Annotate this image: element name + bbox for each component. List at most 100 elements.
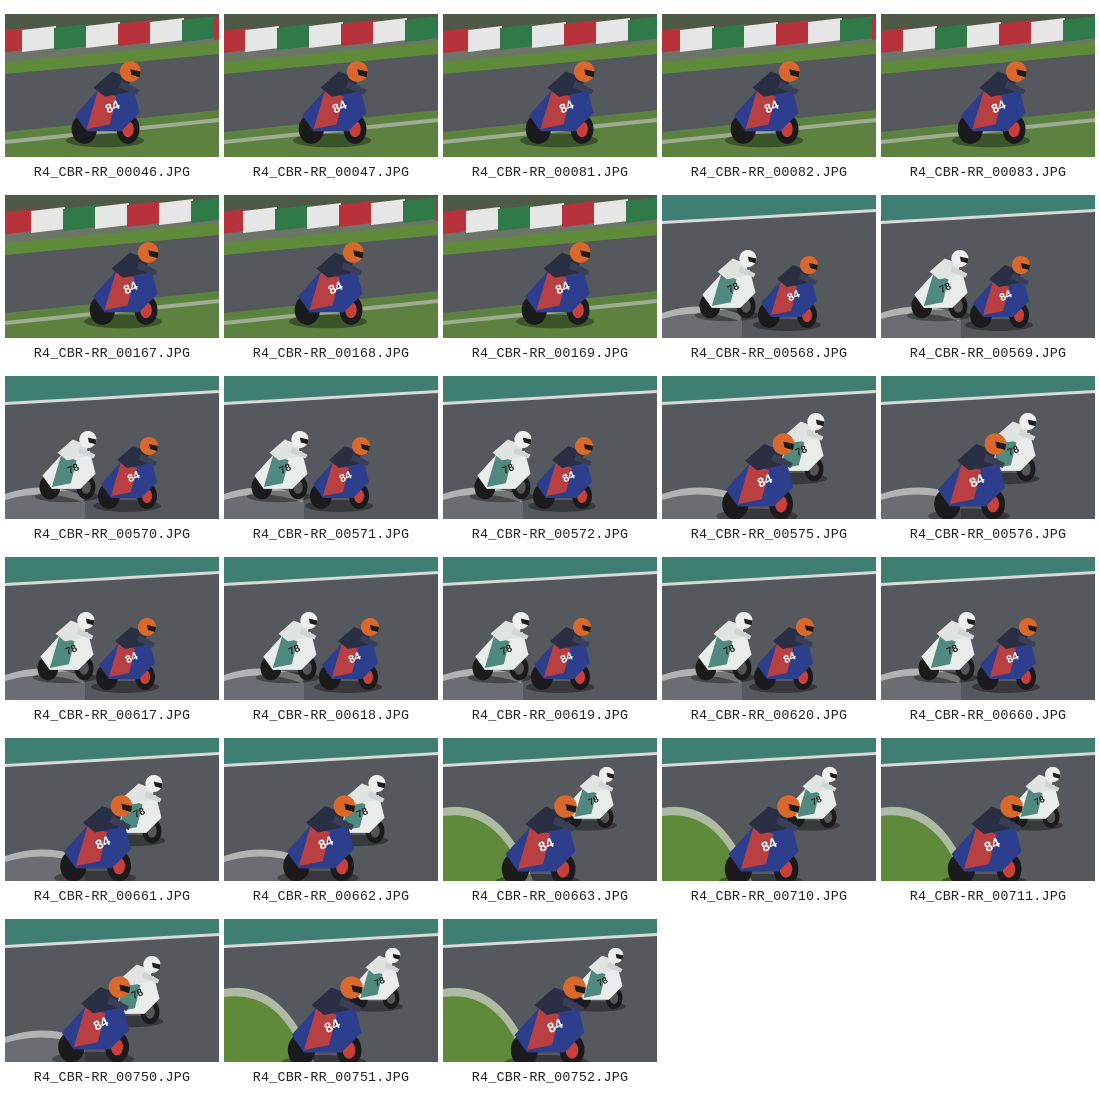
photo-filename[interactable]: R4_CBR-RR_00711.JPG xyxy=(881,889,1095,907)
motorcycle-racing-photo: 7884 xyxy=(443,738,657,881)
photo-thumbnail[interactable]: 84 xyxy=(881,14,1095,157)
motorcycle-racing-photo: 7884 xyxy=(5,919,219,1062)
photo-tile[interactable]: 78 84 R4_CBR-RR_00663.JPG xyxy=(443,738,658,919)
photo-filename[interactable]: R4_CBR-RR_00618.JPG xyxy=(224,708,438,726)
photo-tile[interactable]: 84 R4_CBR-RR_00169.JPG xyxy=(443,195,658,376)
photo-thumbnail[interactable]: 84 xyxy=(662,14,876,157)
photo-tile[interactable]: 78 84 R4_CBR-RR_00572.JPG xyxy=(443,376,658,557)
photo-filename[interactable]: R4_CBR-RR_00168.JPG xyxy=(224,346,438,364)
photo-filename[interactable]: R4_CBR-RR_00662.JPG xyxy=(224,889,438,907)
photo-tile[interactable]: 78 84 R4_CBR-RR_00570.JPG xyxy=(5,376,220,557)
photo-thumbnail[interactable]: 84 xyxy=(5,14,219,157)
photo-tile[interactable]: 78 84 R4_CBR-RR_00752.JPG xyxy=(443,919,658,1100)
photo-tile[interactable]: 78 84 R4_CBR-RR_00568.JPG xyxy=(662,195,877,376)
photo-thumbnail[interactable]: 78 84 xyxy=(5,376,219,519)
motorcycle-racing-photo: 7884 xyxy=(443,557,657,700)
photo-tile[interactable]: 84 R4_CBR-RR_00083.JPG xyxy=(881,14,1096,195)
photo-tile[interactable]: 78 84 R4_CBR-RR_00710.JPG xyxy=(662,738,877,919)
photo-thumbnail[interactable]: 78 84 xyxy=(224,919,438,1062)
photo-tile[interactable]: 78 84 R4_CBR-RR_00660.JPG xyxy=(881,557,1096,738)
photo-filename[interactable]: R4_CBR-RR_00750.JPG xyxy=(5,1070,219,1088)
photo-filename[interactable]: R4_CBR-RR_00572.JPG xyxy=(443,527,657,545)
motorcycle-racing-photo: 7884 xyxy=(5,557,219,700)
photo-filename[interactable]: R4_CBR-RR_00661.JPG xyxy=(5,889,219,907)
motorcycle-racing-photo: 7884 xyxy=(224,738,438,881)
photo-tile[interactable]: 84 R4_CBR-RR_00167.JPG xyxy=(5,195,220,376)
photo-filename[interactable]: R4_CBR-RR_00570.JPG xyxy=(5,527,219,545)
photo-tile[interactable]: 78 84 R4_CBR-RR_00618.JPG xyxy=(224,557,439,738)
photo-filename[interactable]: R4_CBR-RR_00619.JPG xyxy=(443,708,657,726)
photo-thumbnail[interactable]: 84 xyxy=(443,195,657,338)
photo-filename[interactable]: R4_CBR-RR_00660.JPG xyxy=(881,708,1095,726)
photo-thumbnail[interactable]: 78 84 xyxy=(5,919,219,1062)
photo-thumbnail[interactable]: 78 84 xyxy=(224,557,438,700)
photo-tile[interactable]: 78 84 R4_CBR-RR_00617.JPG xyxy=(5,557,220,738)
photo-tile[interactable]: 78 84 R4_CBR-RR_00571.JPG xyxy=(224,376,439,557)
photo-thumbnail[interactable]: 84 xyxy=(5,195,219,338)
photo-filename[interactable]: R4_CBR-RR_00620.JPG xyxy=(662,708,876,726)
photo-filename[interactable]: R4_CBR-RR_00663.JPG xyxy=(443,889,657,907)
photo-tile[interactable]: 78 84 R4_CBR-RR_00619.JPG xyxy=(443,557,658,738)
photo-filename[interactable]: R4_CBR-RR_00617.JPG xyxy=(5,708,219,726)
photo-filename[interactable]: R4_CBR-RR_00751.JPG xyxy=(224,1070,438,1088)
photo-tile[interactable]: 78 84 R4_CBR-RR_00662.JPG xyxy=(224,738,439,919)
photo-thumbnail[interactable]: 78 84 xyxy=(5,557,219,700)
motorcycle-racing-photo: 7884 xyxy=(5,738,219,881)
photo-filename[interactable]: R4_CBR-RR_00169.JPG xyxy=(443,346,657,364)
motorcycle-racing-photo: 7884 xyxy=(881,195,1095,338)
photo-thumbnail[interactable]: 78 84 xyxy=(881,738,1095,881)
motorcycle-racing-photo: 84 xyxy=(443,14,657,157)
photo-filename[interactable]: R4_CBR-RR_00047.JPG xyxy=(224,165,438,183)
photo-tile[interactable]: 78 84 R4_CBR-RR_00576.JPG xyxy=(881,376,1096,557)
photo-tile[interactable]: 84 R4_CBR-RR_00047.JPG xyxy=(224,14,439,195)
photo-thumbnail[interactable]: 78 84 xyxy=(443,376,657,519)
photo-thumbnail[interactable]: 78 84 xyxy=(881,376,1095,519)
photo-thumbnail[interactable]: 84 xyxy=(443,14,657,157)
photo-tile[interactable]: 78 84 R4_CBR-RR_00711.JPG xyxy=(881,738,1096,919)
motorcycle-racing-photo: 7884 xyxy=(881,557,1095,700)
photo-filename[interactable]: R4_CBR-RR_00710.JPG xyxy=(662,889,876,907)
photo-tile[interactable]: 84 R4_CBR-RR_00081.JPG xyxy=(443,14,658,195)
photo-tile[interactable]: 78 84 R4_CBR-RR_00750.JPG xyxy=(5,919,220,1100)
photo-thumbnail[interactable]: 78 84 xyxy=(662,557,876,700)
photo-thumbnail[interactable]: 78 84 xyxy=(224,738,438,881)
photo-tile[interactable]: 78 84 R4_CBR-RR_00575.JPG xyxy=(662,376,877,557)
motorcycle-racing-photo: 7884 xyxy=(443,919,657,1062)
photo-filename[interactable]: R4_CBR-RR_00575.JPG xyxy=(662,527,876,545)
photo-filename[interactable]: R4_CBR-RR_00571.JPG xyxy=(224,527,438,545)
motorcycle-racing-photo: 7884 xyxy=(881,376,1095,519)
photo-thumbnail[interactable]: 84 xyxy=(224,195,438,338)
photo-thumbnail[interactable]: 78 84 xyxy=(224,376,438,519)
photo-tile[interactable]: 78 84 R4_CBR-RR_00569.JPG xyxy=(881,195,1096,376)
photo-thumbnail[interactable]: 78 84 xyxy=(443,738,657,881)
motorcycle-racing-photo: 7884 xyxy=(662,557,876,700)
photo-thumbnail[interactable]: 78 84 xyxy=(662,738,876,881)
photo-filename[interactable]: R4_CBR-RR_00167.JPG xyxy=(5,346,219,364)
photo-thumbnail[interactable]: 78 84 xyxy=(881,557,1095,700)
photo-thumbnail[interactable]: 78 84 xyxy=(662,195,876,338)
photo-tile[interactable]: 84 R4_CBR-RR_00168.JPG xyxy=(224,195,439,376)
photo-thumbnail[interactable]: 78 84 xyxy=(5,738,219,881)
photo-tile[interactable]: 78 84 R4_CBR-RR_00751.JPG xyxy=(224,919,439,1100)
photo-filename[interactable]: R4_CBR-RR_00046.JPG xyxy=(5,165,219,183)
photo-tile[interactable]: 78 84 R4_CBR-RR_00620.JPG xyxy=(662,557,877,738)
motorcycle-racing-photo: 7884 xyxy=(443,376,657,519)
motorcycle-racing-photo: 7884 xyxy=(662,376,876,519)
photo-tile[interactable]: 78 84 R4_CBR-RR_00661.JPG xyxy=(5,738,220,919)
photo-filename[interactable]: R4_CBR-RR_00576.JPG xyxy=(881,527,1095,545)
photo-filename[interactable]: R4_CBR-RR_00083.JPG xyxy=(881,165,1095,183)
photo-filename[interactable]: R4_CBR-RR_00568.JPG xyxy=(662,346,876,364)
photo-tile[interactable]: 84 R4_CBR-RR_00046.JPG xyxy=(5,14,220,195)
photo-thumbnail[interactable]: 78 84 xyxy=(443,557,657,700)
photo-tile[interactable]: 84 R4_CBR-RR_00082.JPG xyxy=(662,14,877,195)
photo-thumbnail[interactable]: 78 84 xyxy=(443,919,657,1062)
photo-thumbnail[interactable]: 84 xyxy=(224,14,438,157)
photo-filename[interactable]: R4_CBR-RR_00081.JPG xyxy=(443,165,657,183)
motorcycle-racing-photo: 84 xyxy=(5,14,219,157)
photo-filename[interactable]: R4_CBR-RR_00569.JPG xyxy=(881,346,1095,364)
photo-thumbnail[interactable]: 78 84 xyxy=(662,376,876,519)
photo-filename[interactable]: R4_CBR-RR_00082.JPG xyxy=(662,165,876,183)
motorcycle-racing-photo: 7884 xyxy=(224,557,438,700)
photo-filename[interactable]: R4_CBR-RR_00752.JPG xyxy=(443,1070,657,1088)
photo-thumbnail[interactable]: 78 84 xyxy=(881,195,1095,338)
